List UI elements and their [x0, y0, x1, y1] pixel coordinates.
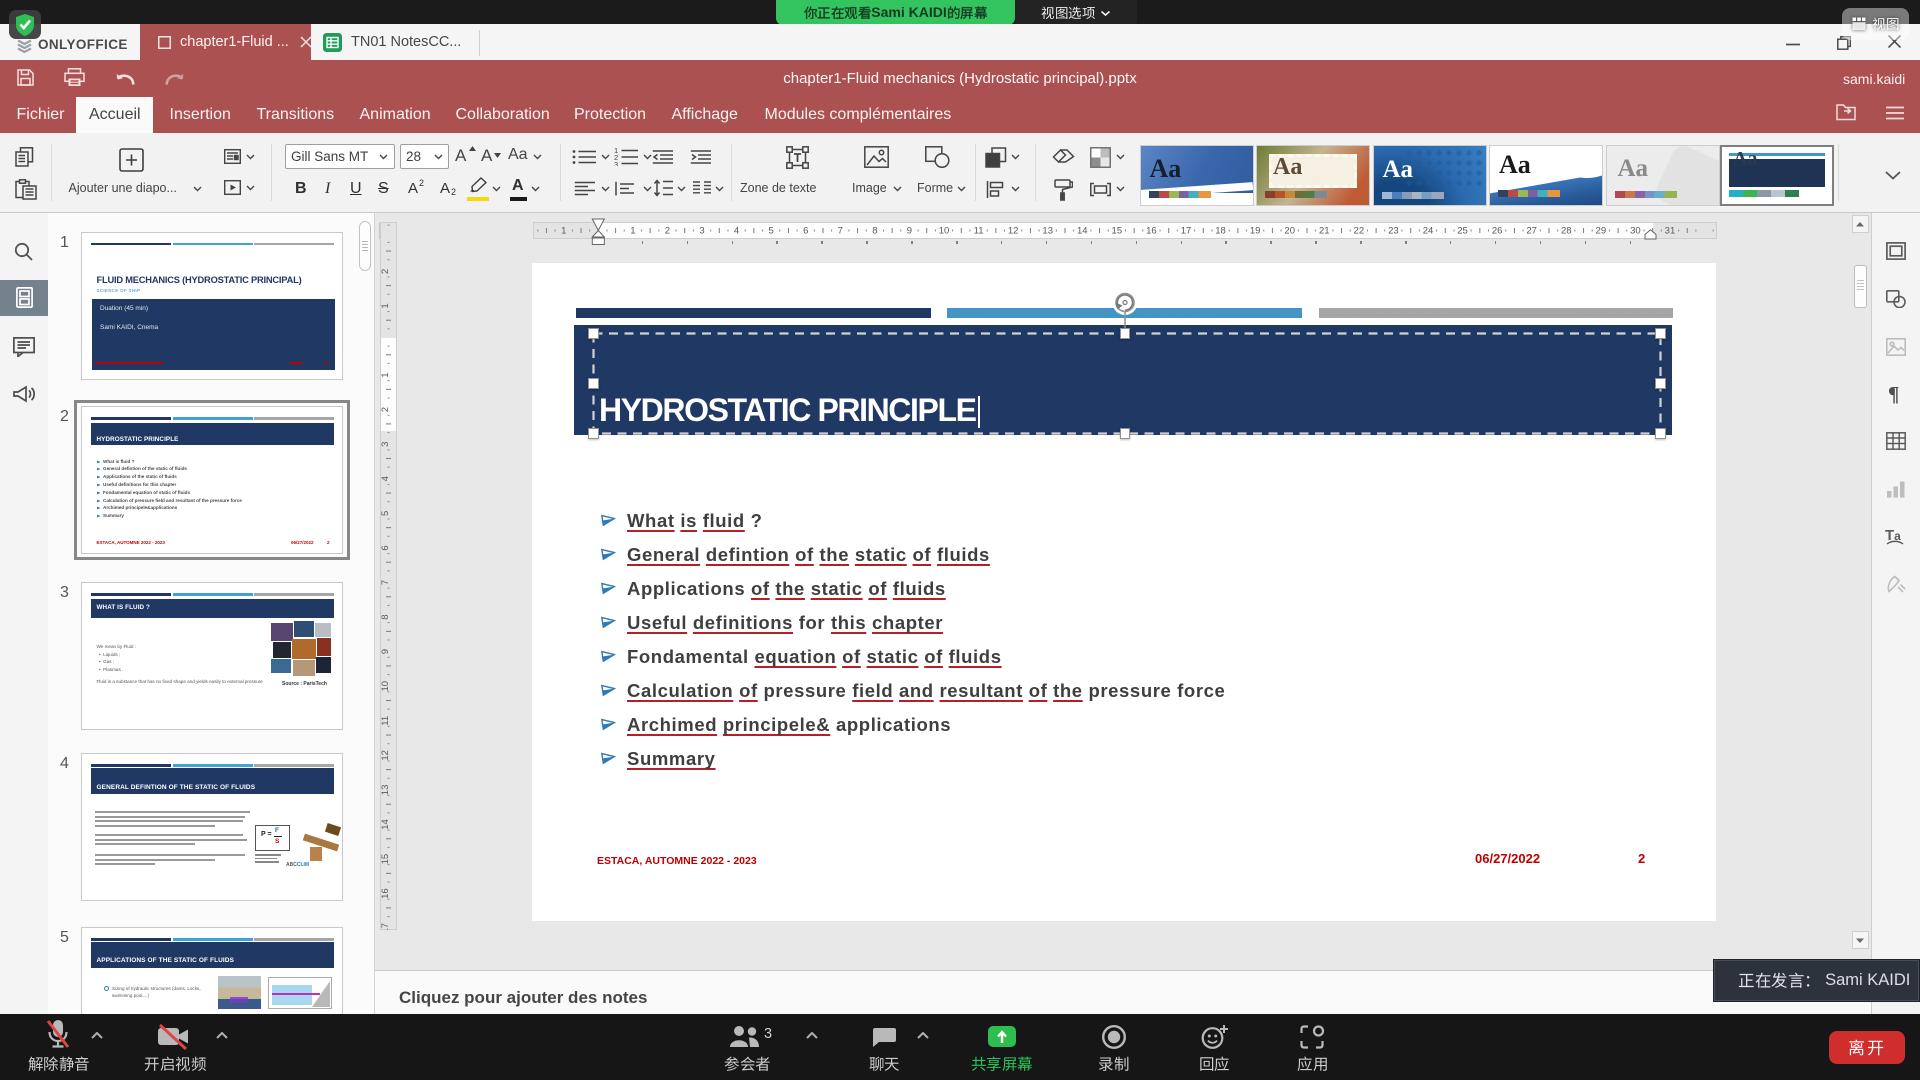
- svg-text:14: 14: [380, 819, 391, 830]
- svg-text:13: 13: [1042, 226, 1053, 237]
- svg-text:30: 30: [1630, 226, 1641, 237]
- svg-text:2: 2: [380, 269, 391, 274]
- svg-text:1: 1: [380, 303, 391, 308]
- svg-text:31: 31: [1665, 226, 1676, 237]
- svg-text:22: 22: [1354, 226, 1365, 237]
- svg-text:17: 17: [1181, 226, 1192, 237]
- svg-text:8: 8: [380, 614, 391, 619]
- svg-text:24: 24: [1423, 226, 1434, 237]
- svg-text:5: 5: [380, 511, 391, 516]
- svg-text:1: 1: [630, 226, 635, 237]
- svg-text:20: 20: [1284, 226, 1295, 237]
- svg-text:7: 7: [380, 580, 391, 585]
- svg-text:16: 16: [1146, 226, 1157, 237]
- svg-text:12: 12: [1008, 226, 1019, 237]
- svg-text:6: 6: [380, 545, 391, 550]
- svg-text:8: 8: [872, 226, 877, 237]
- svg-text:21: 21: [1319, 226, 1330, 237]
- svg-text:6: 6: [803, 226, 808, 237]
- svg-text:29: 29: [1596, 226, 1607, 237]
- svg-text:3: 3: [699, 226, 704, 237]
- svg-text:19: 19: [1250, 226, 1261, 237]
- svg-text:10: 10: [939, 226, 950, 237]
- svg-text:7: 7: [838, 226, 843, 237]
- svg-text:26: 26: [1492, 226, 1503, 237]
- svg-text:1: 1: [380, 372, 391, 377]
- svg-text:15: 15: [380, 854, 391, 865]
- svg-text:3: 3: [614, 160, 618, 166]
- svg-text:11: 11: [380, 716, 391, 726]
- svg-text:27: 27: [1526, 226, 1537, 237]
- svg-text:1: 1: [561, 226, 566, 237]
- svg-text:14: 14: [1077, 226, 1088, 237]
- svg-text:17: 17: [380, 923, 391, 930]
- svg-text:4: 4: [380, 476, 391, 481]
- svg-text:2: 2: [665, 226, 670, 237]
- svg-text:28: 28: [1561, 226, 1572, 237]
- svg-text:18: 18: [1215, 226, 1226, 237]
- svg-text:12: 12: [380, 750, 391, 761]
- svg-text:11: 11: [974, 226, 984, 237]
- svg-text:10: 10: [380, 681, 391, 692]
- svg-text:25: 25: [1457, 226, 1468, 237]
- svg-text:13: 13: [380, 785, 391, 796]
- svg-text:3: 3: [380, 442, 391, 447]
- svg-text:5: 5: [769, 226, 774, 237]
- svg-text:9: 9: [380, 649, 391, 654]
- svg-text:9: 9: [907, 226, 912, 237]
- svg-text:15: 15: [1112, 226, 1123, 237]
- svg-text:4: 4: [734, 226, 739, 237]
- svg-text:2: 2: [380, 407, 391, 412]
- svg-text:23: 23: [1388, 226, 1399, 237]
- svg-text:16: 16: [380, 888, 391, 899]
